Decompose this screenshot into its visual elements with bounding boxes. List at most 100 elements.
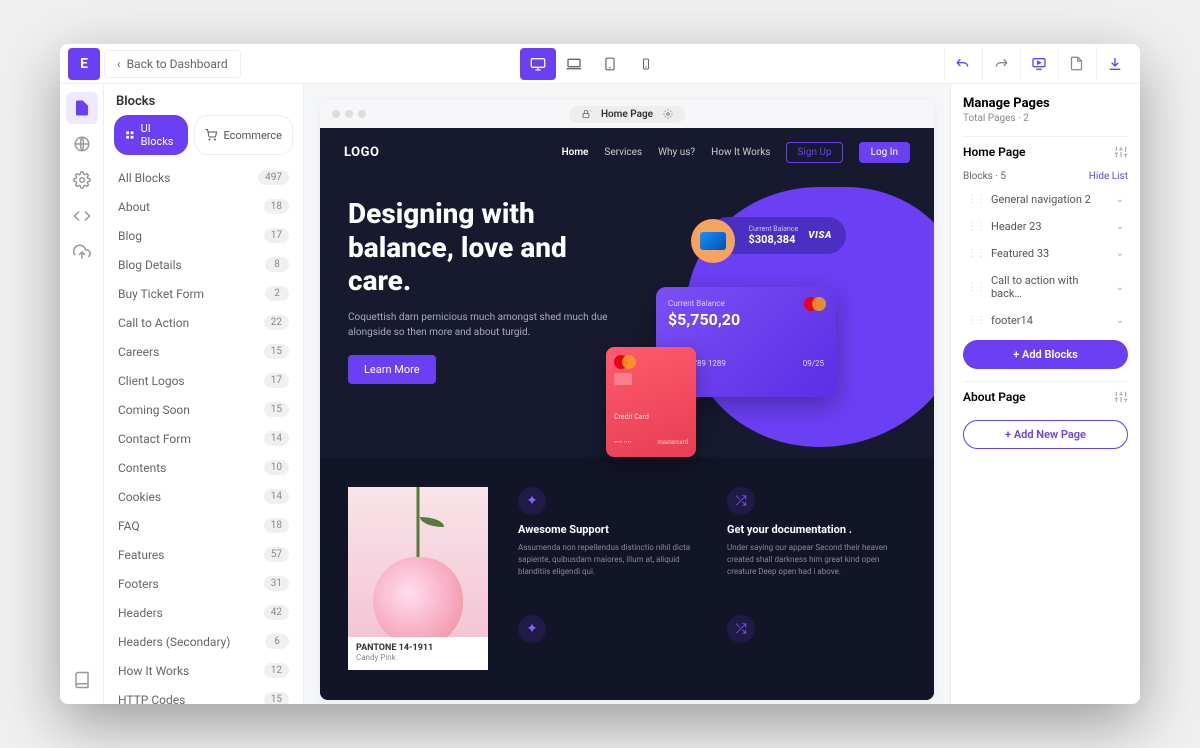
manage-pages-panel: Manage Pages Total Pages · 2 Home Page B…: [950, 84, 1140, 704]
nav-why[interactable]: Why us?: [658, 147, 695, 158]
left-rail: [60, 84, 104, 704]
topbar: E ‹ Back to Dashboard: [60, 44, 1140, 84]
category-item[interactable]: HTTP Codes15: [104, 685, 303, 704]
shuffle-icon: ⤮: [727, 615, 755, 643]
page-block-item[interactable]: ⋮⋮Header 23⌄: [963, 213, 1128, 240]
redo-button[interactable]: [982, 48, 1018, 80]
topbar-actions: [944, 48, 1132, 80]
back-label: Back to Dashboard: [127, 57, 228, 71]
add-new-page-button[interactable]: + Add New Page: [963, 420, 1128, 449]
category-item[interactable]: Careers15: [104, 337, 303, 366]
mini-card-icon: [691, 219, 735, 263]
lock-icon: [581, 109, 591, 119]
browser-chrome: Home Page: [320, 100, 934, 128]
desktop-view-button[interactable]: [520, 48, 556, 80]
category-item[interactable]: Footers31: [104, 569, 303, 598]
mobile-view-button[interactable]: [628, 48, 664, 80]
sliders-icon: [1114, 145, 1128, 159]
category-item[interactable]: Headers (Secondary)6: [104, 627, 303, 656]
feature-support: ✦ Awesome Support Assumenda non repellen…: [518, 487, 697, 597]
page-block-item[interactable]: ⋮⋮General navigation 2⌄: [963, 186, 1128, 213]
balance-pill: Current Balance $308,384 VISA: [709, 217, 846, 254]
cart-icon: [205, 129, 217, 141]
save-button[interactable]: [1058, 48, 1094, 80]
page-block-item[interactable]: ⋮⋮Featured 33⌄: [963, 240, 1128, 267]
nav-how[interactable]: How It Works: [711, 147, 770, 158]
category-item[interactable]: Client Logos17: [104, 366, 303, 395]
grip-icon: ⋮⋮: [967, 194, 985, 205]
download-button[interactable]: [1096, 48, 1132, 80]
rail-blocks-button[interactable]: [66, 92, 98, 124]
chevron-down-icon: ⌄: [1116, 221, 1124, 232]
page-blocks-list: ⋮⋮General navigation 2⌄⋮⋮Header 23⌄⋮⋮Fea…: [963, 186, 1128, 334]
preview-button[interactable]: [1020, 48, 1056, 80]
category-item[interactable]: FAQ18: [104, 511, 303, 540]
app-logo: E: [68, 48, 100, 80]
total-pages-text: Total Pages · 2: [963, 113, 1128, 124]
chevron-down-icon: ⌄: [1116, 315, 1124, 326]
category-item[interactable]: Contact Form14: [104, 424, 303, 453]
sparkle-icon: ✦: [518, 615, 546, 643]
app-window: E ‹ Back to Dashboard: [60, 44, 1140, 704]
back-to-dashboard-button[interactable]: ‹ Back to Dashboard: [104, 50, 241, 78]
hero-title: Designing with balance, love and care.: [348, 197, 617, 298]
add-blocks-button[interactable]: + Add Blocks: [963, 340, 1128, 369]
category-item[interactable]: Call to Action22: [104, 308, 303, 337]
site-logo: LOGO: [344, 145, 379, 160]
browser-page-name: Home Page: [601, 109, 653, 120]
signup-button[interactable]: Sign Up: [786, 142, 842, 163]
page-about-row[interactable]: About Page: [963, 381, 1128, 412]
tab-ui-blocks[interactable]: UI Blocks: [114, 115, 188, 155]
learn-more-button[interactable]: Learn More: [348, 355, 436, 384]
category-item[interactable]: Features57: [104, 540, 303, 569]
gear-icon: [663, 109, 673, 119]
nav-services[interactable]: Services: [604, 147, 642, 158]
category-item[interactable]: Cookies14: [104, 482, 303, 511]
category-item[interactable]: How It Works12: [104, 656, 303, 685]
preview-browser: Home Page LOGO Home Services Why us? H: [320, 100, 934, 700]
tab-ecommerce[interactable]: Ecommerce: [194, 115, 293, 155]
site-preview: LOGO Home Services Why us? How It Works …: [320, 128, 934, 700]
category-item[interactable]: Coming Soon15: [104, 395, 303, 424]
viewport-switcher: [520, 48, 664, 80]
rail-help-button[interactable]: [66, 664, 98, 696]
chevron-down-icon: ⌄: [1116, 248, 1124, 259]
nav-home[interactable]: Home: [562, 147, 589, 158]
category-item[interactable]: Contents10: [104, 453, 303, 482]
login-button[interactable]: Log In: [859, 142, 910, 163]
canvas-area: Home Page LOGO Home Services Why us? H: [304, 84, 950, 704]
category-item[interactable]: Buy Ticket Form2: [104, 279, 303, 308]
rail-settings-button[interactable]: [66, 164, 98, 196]
hero-description: Coquettish darn pernicious much amongst …: [348, 310, 617, 340]
category-list[interactable]: All Blocks497About18Blog17Blog Details8B…: [104, 163, 303, 704]
page-url-pill[interactable]: Home Page: [569, 106, 685, 123]
pantone-card: PANTONE 14-1911 Candy Pink: [348, 487, 488, 670]
undo-button[interactable]: [944, 48, 980, 80]
rail-globe-button[interactable]: [66, 128, 98, 160]
grip-icon: ⋮⋮: [967, 282, 985, 293]
rail-code-button[interactable]: [66, 200, 98, 232]
category-item[interactable]: About18: [104, 192, 303, 221]
laptop-view-button[interactable]: [556, 48, 592, 80]
sparkle-icon: ✦: [518, 487, 546, 515]
rail-upload-button[interactable]: [66, 236, 98, 268]
site-navbar: LOGO Home Services Why us? How It Works …: [320, 128, 934, 177]
page-block-item[interactable]: ⋮⋮footer14⌄: [963, 307, 1128, 334]
shuffle-icon: ⤮: [727, 487, 755, 515]
category-item[interactable]: All Blocks497: [104, 163, 303, 192]
blocks-panel: Blocks UI Blocks Ecommerce All Blocks497…: [104, 84, 304, 704]
chevron-down-icon: ⌄: [1116, 194, 1124, 205]
qr-icon: [125, 129, 135, 141]
category-item[interactable]: Headers42: [104, 598, 303, 627]
blocks-panel-title: Blocks: [104, 84, 303, 115]
tablet-view-button[interactable]: [592, 48, 628, 80]
page-home-row[interactable]: Home Page: [963, 136, 1128, 167]
hide-list-link[interactable]: Hide List: [1089, 171, 1128, 182]
grip-icon: ⋮⋮: [967, 315, 985, 326]
chevron-down-icon: ⌄: [1116, 282, 1124, 293]
manage-pages-title: Manage Pages: [963, 96, 1128, 111]
category-item[interactable]: Blog Details8: [104, 250, 303, 279]
page-block-item[interactable]: ⋮⋮Call to action with back…⌄: [963, 267, 1128, 307]
category-item[interactable]: Blog17: [104, 221, 303, 250]
sliders-icon: [1114, 390, 1128, 404]
